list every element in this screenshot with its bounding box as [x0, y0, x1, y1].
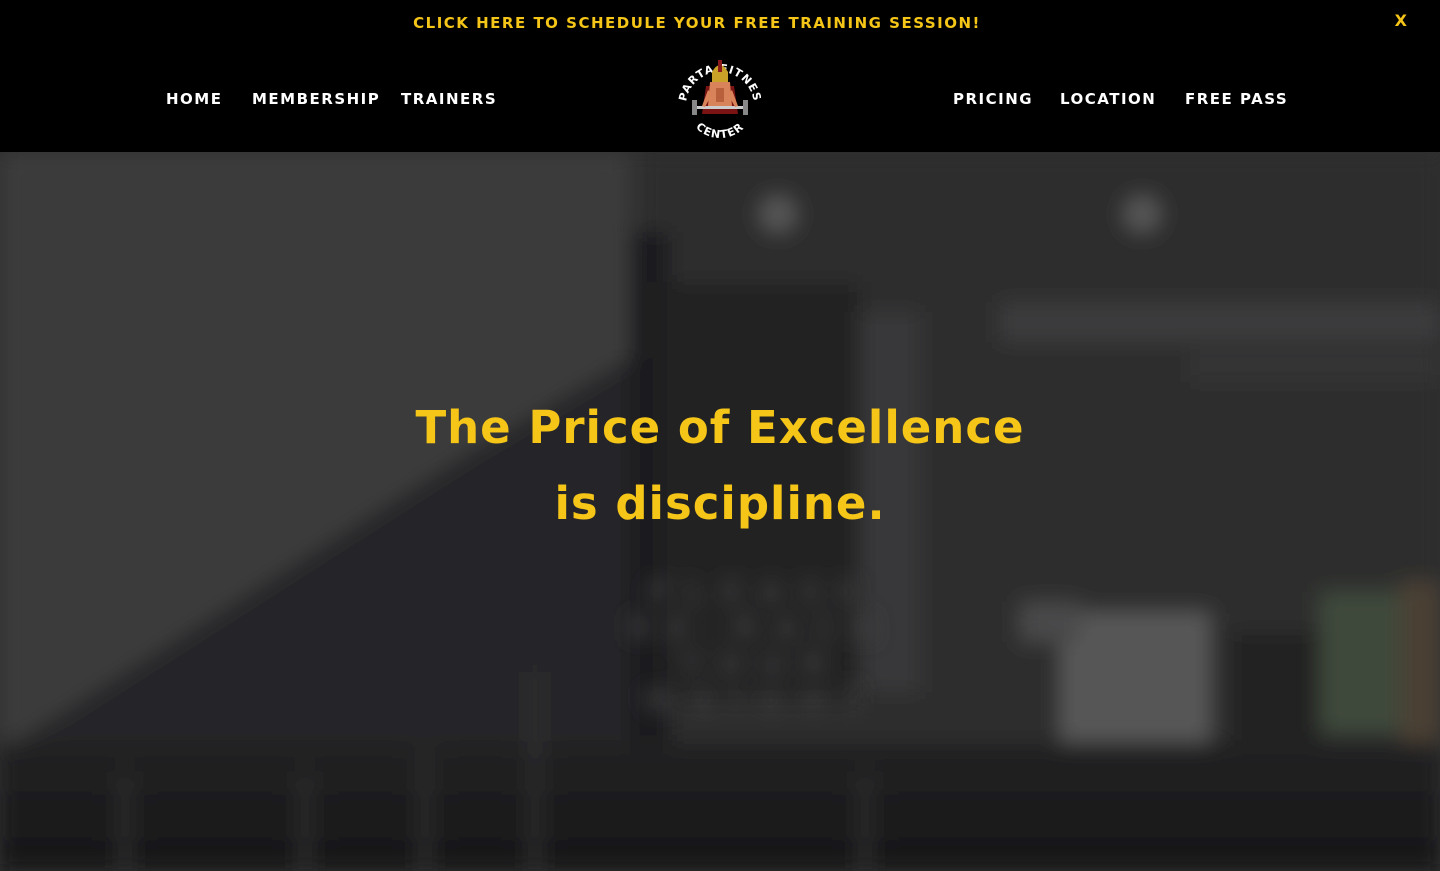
nav-free-pass[interactable]: FREE PASS — [1185, 90, 1288, 108]
spartan-logo-icon: SPARTA FITNESS CENTER — [668, 40, 763, 141]
hero-headline: The Price of Excellence is discipline. — [0, 390, 1440, 542]
hero-headline-line-1: The Price of Excellence — [415, 401, 1025, 454]
nav-trainers[interactable]: TRAINERS — [401, 90, 497, 108]
main-navbar: HOME MEMBERSHIP TRAINERS SPARTA FITNESS … — [0, 40, 1440, 152]
hero-section: PLEASE RE-RACK YOUR WEIGHT The Price of … — [0, 152, 1440, 871]
announcement-bar: CLICK HERE TO SCHEDULE YOUR FREE TRAININ… — [0, 0, 1440, 44]
nav-pricing[interactable]: PRICING — [953, 90, 1033, 108]
close-announcement-button[interactable]: X — [1395, 11, 1407, 30]
nav-home[interactable]: HOME — [166, 90, 222, 108]
sparta-fitness-logo[interactable]: SPARTA FITNESS CENTER — [668, 40, 768, 146]
nav-location[interactable]: LOCATION — [1060, 90, 1156, 108]
schedule-free-session-link[interactable]: CLICK HERE TO SCHEDULE YOUR FREE TRAININ… — [413, 14, 981, 32]
hero-headline-line-2: is discipline. — [554, 477, 886, 530]
nav-membership[interactable]: MEMBERSHIP — [252, 90, 380, 108]
